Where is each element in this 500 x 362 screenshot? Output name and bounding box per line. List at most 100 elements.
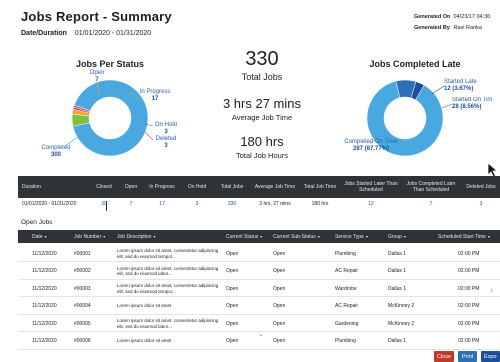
col-completed-later: Jobs Completed Later Than Scheduled [406, 181, 456, 193]
table-row[interactable]: 11/12/2020 #00003 Lorem ipsum dolor sit am… [18, 280, 500, 297]
table-cell: #00002 [74, 268, 91, 274]
col-started-later: Jobs Started Later Than Scheduled [344, 181, 398, 193]
table-cell: Open [226, 338, 239, 344]
sort-arrow-icon: ▾ [260, 234, 263, 239]
table-cell: Dallas 1 [388, 268, 407, 274]
label-completed: Completed 300 [41, 145, 71, 158]
col-current-sub-status[interactable]: Current Sub-Status ▾ [273, 230, 320, 243]
table-cell: Open [273, 320, 286, 327]
table-cell: Wardrobe [335, 285, 357, 292]
label-in-progress: In Progress 17 [139, 89, 171, 102]
table-cell: Lorem ipsum dolor sit amet, consectetur … [117, 283, 219, 294]
table-cell: Lorem ipsum dolor sit amet, consectetur … [117, 265, 219, 277]
label-on-hold: On Hold 3 [154, 122, 177, 135]
table-cell: Lorem ipsum dolor sit amet [117, 338, 172, 344]
close-button[interactable]: Close [434, 351, 454, 362]
table-cell: 11/12/2020 [32, 303, 57, 309]
table-cell: 11/12/2020 [32, 338, 57, 344]
open-jobs-header: Date ▾ Job Number ▾ Job Description ▾ Curre… [18, 230, 500, 243]
table-cell: 11/12/2020 [32, 250, 57, 257]
col-duration: Duration [22, 184, 41, 190]
sort-arrow-icon: ▾ [317, 234, 320, 239]
chevron-right-icon[interactable]: › [490, 285, 493, 295]
cell-in-progress[interactable]: 17 [144, 198, 180, 210]
table-cell: AC Repair [335, 303, 359, 309]
open-jobs-title: Open Jobs [21, 219, 53, 226]
table-cell: Open [226, 250, 239, 257]
col-open: Open [124, 184, 138, 190]
label-open: Open 7 [89, 70, 105, 83]
table-row[interactable]: 11/12/2020 #00002 Lorem ipsum dolor sit am… [18, 263, 500, 280]
table-cell: Plumbing [335, 338, 356, 344]
summary-table-header: Duration Closed Open In Progress On Hold… [18, 176, 500, 198]
table-cell: Dallas 1 [388, 338, 407, 344]
table-cell: 02:00 PM [458, 285, 480, 292]
text-caret [106, 201, 107, 211]
chevron-down-icon[interactable]: ⌄ [258, 330, 264, 338]
cell-total-jobs[interactable]: 330 [214, 198, 250, 210]
col-service-type[interactable]: Service Type ▾ [335, 230, 368, 243]
cell-duration: 01/01/2020 - 01/31/2020 [22, 201, 77, 207]
sort-arrow-icon: ▾ [403, 234, 406, 239]
table-cell: 11/12/2020 [32, 320, 57, 327]
table-row[interactable]: 11/12/2020 #00001 Lorem ipsum dolor sit am… [18, 245, 500, 262]
table-cell: Open [226, 285, 239, 292]
cell-avg-job-time: 3 hrs, 27 mins [259, 201, 291, 207]
export-button[interactable]: Expo [481, 351, 500, 362]
cell-open[interactable]: 7 [120, 198, 142, 210]
table-cell: 02:00 PM [458, 320, 480, 327]
table-cell: Lorem ipsum dolor sit amet, consectetur … [117, 248, 219, 259]
col-in-progress: In Progress [149, 184, 175, 190]
print-button[interactable]: Print [458, 351, 477, 362]
table-cell: Gardening [335, 320, 359, 327]
sort-arrow-icon: ▾ [153, 234, 156, 239]
table-cell: Open [226, 303, 239, 309]
summary-table-row: 01/01/2020 - 01/31/2020 30 7 17 3 330 3 … [18, 198, 500, 210]
col-date[interactable]: Date ▾ [32, 230, 47, 243]
cell-deleted-jobs[interactable]: 3 [462, 198, 500, 210]
table-cell: Open [226, 268, 239, 274]
cell-closed[interactable]: 30 [92, 198, 116, 210]
cell-total-job-time: 180 hrs [311, 201, 329, 207]
table-cell: 02:00 PM [458, 338, 480, 344]
jobs-completed-late-title: Jobs Completed Late [369, 59, 461, 69]
cell-completed-later[interactable]: 7 [402, 198, 460, 210]
col-avg-job-time: Average Job Time [254, 184, 296, 190]
table-cell: Lorem ipsum dolor sit amet, consectetur … [117, 318, 219, 329]
table-row[interactable]: 11/12/2020 #00004 Lorem ipsum dolor sit am… [18, 298, 500, 315]
col-scheduled-start[interactable]: Scheduled Start Time ▾ [438, 230, 490, 243]
label-started-on-time: Started On Tim 28 (8.56%) [452, 97, 493, 110]
table-cell: Lorem ipsum dolor sit amet [117, 303, 172, 309]
table-cell: 11/12/2020 [32, 285, 57, 292]
table-cell: Open [273, 338, 286, 344]
table-cell: 11/12/2020 [32, 268, 57, 274]
sort-arrow-icon: ▾ [103, 234, 106, 239]
label-started-late: Started Late 12 (3.67%) [444, 79, 477, 92]
sort-arrow-icon: ▾ [44, 234, 47, 239]
table-cell: #00001 [74, 250, 91, 257]
table-cell: AC Repair [335, 268, 359, 274]
avg-job-time-label: Average Job Time [231, 113, 293, 122]
label-completed-on-time: Completed On Time 287 (87.77%) [344, 139, 398, 152]
col-current-status[interactable]: Current Status ▾ [226, 230, 262, 243]
table-cell: #00004 [74, 303, 91, 309]
table-cell: Dallas 1 [388, 285, 407, 292]
avg-job-time-value: 3 hrs 27 mins [222, 96, 302, 111]
table-cell: #00003 [74, 285, 91, 292]
total-jobs-label: Total Jobs [241, 72, 283, 82]
col-job-number[interactable]: Job Number ▾ [74, 230, 105, 243]
cell-on-hold[interactable]: 3 [182, 198, 212, 210]
table-cell: #00005 [74, 320, 91, 327]
table-cell: Open [226, 320, 239, 327]
table-cell: 02:00 PM [458, 268, 480, 274]
col-closed: Closed [96, 184, 112, 190]
table-cell: Dallas 1 [388, 250, 407, 257]
cell-started-later[interactable]: 12 [342, 198, 400, 210]
total-jobs-value: 330 [245, 48, 279, 70]
col-job-description[interactable]: Job Description ▾ [117, 230, 155, 243]
total-hours-value: 180 hrs [240, 134, 284, 149]
table-cell: Open [273, 250, 286, 257]
total-hours-label: Total Job Hours [235, 151, 289, 160]
sort-arrow-icon: ▾ [487, 234, 490, 239]
col-group[interactable]: Group ▾ [388, 230, 406, 243]
